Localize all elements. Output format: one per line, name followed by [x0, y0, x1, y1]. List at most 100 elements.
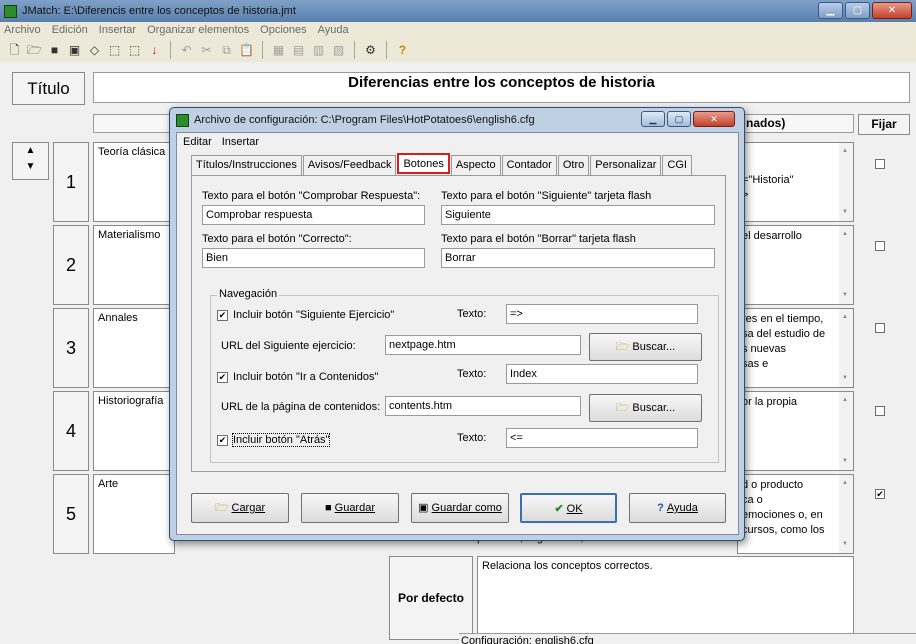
dialog-menu-insertar[interactable]: Insertar [222, 136, 259, 150]
tab-otro[interactable]: Otro [557, 155, 590, 175]
save-as-icon[interactable]: ▣ [66, 42, 83, 59]
siguiente-flash-input[interactable]: Siguiente [441, 205, 715, 225]
left-item-cell[interactable]: Teoría clásica [93, 142, 175, 222]
toolbar-separator [386, 41, 387, 59]
tab-contador[interactable]: Contador [501, 155, 557, 175]
incluir-atras-label[interactable]: Incluir botón "Atrás" [231, 433, 331, 447]
default-label: Por defecto [389, 556, 473, 640]
siguiente-texto-input[interactable]: => [506, 304, 698, 324]
buscar-siguiente-button[interactable]: 🗁 Buscar... [589, 333, 702, 361]
scrollbar[interactable] [839, 226, 853, 304]
dialog-app-icon [176, 113, 189, 127]
config-icon[interactable]: ⚙ [362, 42, 379, 59]
help-icon[interactable]: ? [394, 42, 411, 59]
undo-icon[interactable]: ↶ [178, 42, 195, 59]
paste-icon[interactable]: 📋 [238, 42, 255, 59]
dialog-minimize-button[interactable]: ▁ [641, 111, 665, 127]
folder-icon: 🗁 [615, 402, 630, 414]
dialog-close-button[interactable]: ✕ [693, 111, 735, 127]
dialog-menu-editar[interactable]: Editar [183, 136, 212, 150]
menu-edicion[interactable]: Edición [52, 22, 88, 38]
incluir-contenidos-label[interactable]: Incluir botón "Ir a Contenidos" [233, 371, 378, 383]
ok-button[interactable]: ✔ OK [520, 493, 617, 523]
tab-personalizar[interactable]: Personalizar [590, 155, 662, 175]
titulo-input[interactable]: Diferencias entre los conceptos de histo… [93, 72, 910, 103]
left-item-cell[interactable]: Materialismo [93, 225, 175, 305]
atras-texto-input[interactable]: <= [506, 428, 698, 448]
export-drag-icon[interactable]: ⬚ [126, 42, 143, 59]
dialog-maximize-button[interactable]: ▢ [667, 111, 691, 127]
siguiente-flash-label: Texto para el botón "Siguiente" tarjeta … [441, 190, 652, 202]
shuffle-icon[interactable]: ▧ [330, 42, 347, 59]
guardar-como-button[interactable]: ▣ Guardar como [411, 493, 509, 523]
fijar-checkbox[interactable] [875, 159, 885, 169]
fijar-checkbox[interactable] [875, 241, 885, 251]
add-item-icon[interactable]: ▦ [270, 42, 287, 59]
toolbar: 🗋 🗁 ■ ▣ ◇ ⬚ ⬚ ↓ ↶ ✂ ⧉ 📋 ▦ ▤ ▥ ▧ ⚙ ? [0, 38, 916, 62]
save-icon[interactable]: ■ [46, 42, 63, 59]
config-dialog: Archivo de configuración: C:\Program Fil… [169, 107, 745, 541]
guardar-button[interactable]: ■ Guardar [301, 493, 399, 523]
menu-archivo[interactable]: Archivo [4, 22, 41, 38]
export-web-icon[interactable]: ⬚ [106, 42, 123, 59]
eraser-icon[interactable]: ◇ [86, 42, 103, 59]
minimize-button[interactable]: ▁ [818, 2, 843, 19]
scrollbar[interactable] [839, 143, 853, 221]
fijar-checkbox[interactable]: ✔ [875, 489, 885, 499]
left-column-header [93, 114, 175, 133]
incluir-siguiente-label[interactable]: Incluir botón "Siguiente Ejercicio" [233, 309, 394, 321]
tab-avisos[interactable]: Avisos/Feedback [302, 155, 397, 175]
menu-ayuda[interactable]: Ayuda [318, 22, 349, 38]
help-icon: ? [657, 502, 664, 514]
tab-cgi[interactable]: CGI [662, 155, 692, 175]
comprobar-input[interactable]: Comprobar respuesta [202, 205, 425, 225]
incluir-siguiente-checkbox[interactable]: ✔ [217, 310, 228, 321]
menu-opciones[interactable]: Opciones [260, 22, 306, 38]
scrollbar[interactable] [839, 475, 853, 553]
tab-botones[interactable]: Botones [397, 153, 450, 174]
window-title: JMatch: E:\Diferencis entre los concepto… [22, 5, 296, 17]
layout-icon[interactable]: ▤ [290, 42, 307, 59]
right-item-text: res en el tiempo, sa del estudio de s nu… [742, 313, 826, 370]
maximize-button[interactable]: ▢ [845, 2, 870, 19]
url-contenidos-input[interactable]: contents.htm [385, 396, 581, 416]
fijar-checkbox[interactable] [875, 323, 885, 333]
fijar-checkbox[interactable] [875, 406, 885, 416]
reorder-arrows[interactable]: ▲ ▼ [12, 142, 49, 180]
toolbar-separator [170, 41, 171, 59]
ayuda-button[interactable]: ? Ayuda [629, 493, 726, 523]
contenidos-texto-input[interactable]: Index [506, 364, 698, 384]
left-item-cell[interactable]: Annales [93, 308, 175, 388]
right-item-cell[interactable]: ="Historia" > [737, 142, 854, 222]
right-item-cell[interactable]: or la propia [737, 391, 854, 471]
scrollbar[interactable] [839, 309, 853, 387]
copy-icon[interactable]: ⧉ [218, 42, 235, 59]
tab-aspecto[interactable]: Aspecto [450, 155, 501, 175]
borrar-flash-input[interactable]: Borrar [441, 248, 715, 268]
right-item-text: el desarrollo [742, 230, 802, 242]
left-item-cell[interactable]: Historiografía [93, 391, 175, 471]
default-feedback-input[interactable]: Relaciona los conceptos correctos. [477, 556, 854, 640]
correcto-input[interactable]: Bien [202, 248, 425, 268]
cut-icon[interactable]: ✂ [198, 42, 215, 59]
right-item-cell[interactable]: el desarrollo [737, 225, 854, 305]
toolbar-separator [354, 41, 355, 59]
scrollbar[interactable] [839, 392, 853, 470]
down-arrow-icon[interactable]: ↓ [146, 42, 163, 59]
tab-titulos[interactable]: Títulos/Instrucciones [191, 155, 302, 175]
buscar-contenidos-button[interactable]: 🗁 Buscar... [589, 394, 702, 422]
cargar-button[interactable]: 🗁 Cargar [191, 493, 289, 523]
right-item-cell[interactable]: d o producto ca o emociones o, en cursos… [737, 474, 854, 554]
new-file-icon[interactable]: 🗋 [6, 42, 23, 59]
url-siguiente-input[interactable]: nextpage.htm [385, 335, 581, 355]
left-item-cell[interactable]: Arte [93, 474, 175, 554]
close-button[interactable]: ✕ [872, 2, 912, 19]
menu-insertar[interactable]: Insertar [99, 22, 136, 38]
incluir-contenidos-checkbox[interactable]: ✔ [217, 372, 228, 383]
menu-organizar[interactable]: Organizar elementos [147, 22, 249, 38]
right-item-text: or la propia [742, 396, 798, 408]
incluir-atras-checkbox[interactable]: ✔ [217, 435, 228, 446]
organize-icon[interactable]: ▥ [310, 42, 327, 59]
open-folder-icon[interactable]: 🗁 [26, 42, 43, 59]
right-item-cell[interactable]: res en el tiempo, sa del estudio de s nu… [737, 308, 854, 388]
